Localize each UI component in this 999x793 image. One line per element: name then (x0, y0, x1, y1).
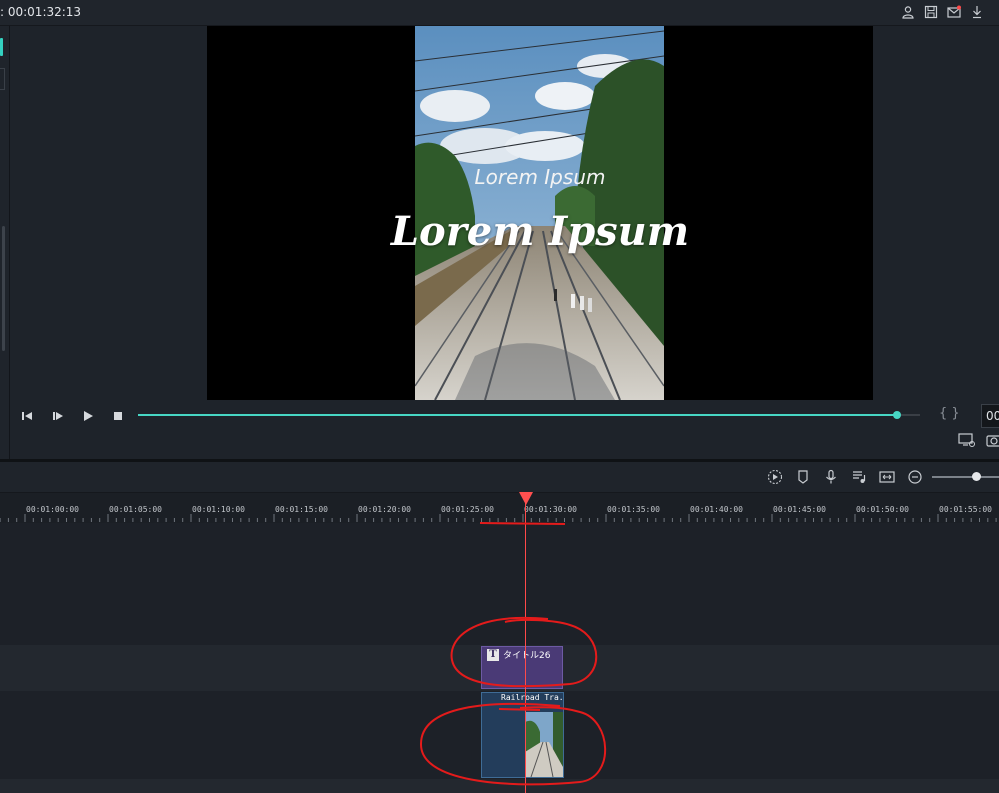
ruler-label: 00:01:50:00 (856, 505, 909, 514)
timeline-ruler[interactable]: 00:01:00:00 00:01:05:00 00:01:10:00 00:01:1… (0, 493, 999, 523)
display-settings-icon[interactable] (958, 432, 976, 448)
preview-canvas: Lorem Ipsum Lorem Ipsum (207, 26, 873, 400)
stop-button[interactable] (110, 408, 126, 424)
marker-icon[interactable] (795, 469, 811, 485)
mark-in-out-icon[interactable]: { } (939, 406, 960, 421)
ruler-label: 00:01:35:00 (607, 505, 660, 514)
zoom-out-icon[interactable] (907, 469, 923, 485)
step-forward-button[interactable] (50, 408, 66, 424)
video-clip-label: Railroad Tra... (501, 693, 564, 702)
playhead-line[interactable] (525, 500, 526, 793)
play-button[interactable] (80, 408, 96, 424)
mail-icon[interactable] (947, 5, 961, 19)
ruler-label: 00:01:25:00 (441, 505, 494, 514)
ruler-label: 00:01:30:00 (524, 505, 577, 514)
ruler-label: 00:01:10:00 (192, 505, 245, 514)
time-display: 00 (981, 404, 999, 428)
account-icon[interactable] (901, 5, 915, 19)
ruler-label: 00:01:05:00 (109, 505, 162, 514)
step-back-button[interactable] (19, 408, 35, 424)
timeline-toolbar (0, 462, 999, 493)
video-clip-thumbnail (525, 712, 563, 777)
top-bar (0, 0, 999, 26)
save-icon[interactable] (924, 5, 938, 19)
left-panel-tab-active[interactable] (0, 38, 3, 56)
current-timecode: : 00:01:32:13 (0, 5, 82, 19)
ruler-label: 00:01:15:00 (275, 505, 328, 514)
playhead-handle[interactable] (519, 492, 533, 505)
playback-progress-bar[interactable] (138, 411, 920, 419)
title-clip-type-icon: T (487, 649, 499, 661)
ruler-label: 00:01:40:00 (690, 505, 743, 514)
ruler-label: 00:01:55:00 (939, 505, 992, 514)
left-panel-scrollbar[interactable] (2, 226, 5, 351)
render-preview-icon[interactable] (767, 469, 783, 485)
title-text-large: Lorem Ipsum (390, 208, 690, 255)
audio-mixer-icon[interactable] (851, 469, 867, 485)
ruler-label: 00:01:00:00 (26, 505, 79, 514)
title-text-small: Lorem Ipsum (474, 165, 606, 189)
video-clip[interactable]: Railroad Tra... (481, 692, 564, 778)
playback-progress-fill (138, 414, 897, 416)
left-panel-tab[interactable] (0, 68, 5, 90)
timeline-track-audio[interactable] (0, 779, 999, 793)
ruler-label: 00:01:45:00 (773, 505, 826, 514)
title-clip[interactable]: T タイトル26 (481, 646, 563, 689)
playback-progress-handle[interactable] (892, 411, 901, 419)
zoom-slider[interactable] (932, 476, 999, 478)
snapshot-camera-icon[interactable] (986, 432, 999, 448)
fit-timeline-icon[interactable] (879, 469, 895, 485)
microphone-icon[interactable] (823, 469, 839, 485)
zoom-slider-handle[interactable] (972, 472, 981, 481)
title-clip-label: タイトル26 (503, 651, 551, 661)
download-icon[interactable] (970, 5, 984, 19)
ruler-label: 00:01:20:00 (358, 505, 411, 514)
timeline-track-empty[interactable] (0, 523, 999, 645)
